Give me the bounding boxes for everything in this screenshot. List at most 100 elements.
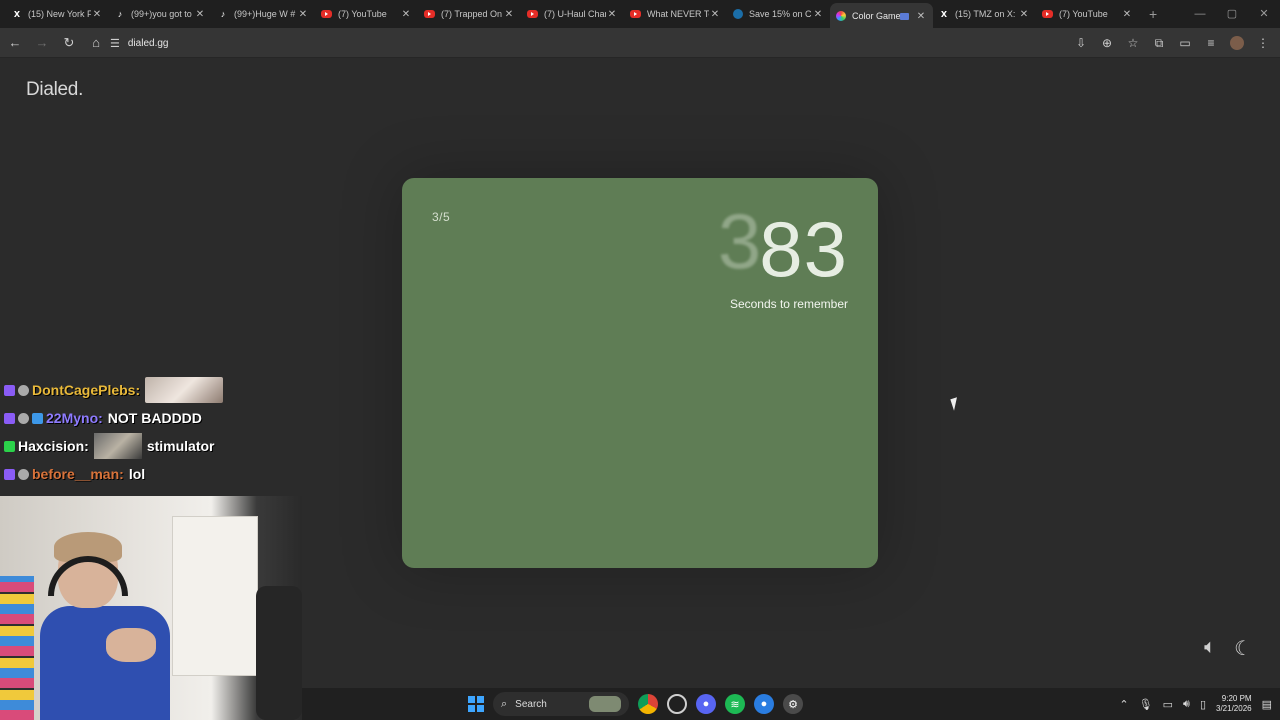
tab-8-active[interactable]: Color Game ✕ bbox=[830, 3, 933, 29]
close-tab-icon[interactable]: ✕ bbox=[503, 9, 515, 20]
tab-title: (7) Trapped On bbox=[441, 9, 503, 19]
system-tray: ⌃ 🎙︎ ▭ 🔊︎ ▯ 9:20 PM 3/21/2026 ▤ bbox=[1119, 688, 1272, 720]
youtube-icon bbox=[321, 10, 332, 18]
round-indicator: 3/5 bbox=[432, 210, 451, 224]
new-tab-icon[interactable]: + bbox=[1139, 6, 1157, 22]
tab-title: (99+)you got to bbox=[131, 9, 192, 19]
chat-username: before__man: bbox=[32, 466, 124, 482]
streamer-hands bbox=[106, 628, 156, 662]
extensions-icon[interactable]: ⧉ bbox=[1148, 32, 1170, 54]
tab-0[interactable]: X (15) New York F ✕ bbox=[6, 3, 109, 25]
tab-title: (99+)Huge W # bbox=[234, 9, 296, 19]
battery-icon[interactable]: ▯ bbox=[1200, 698, 1206, 711]
close-tab-icon[interactable]: ✕ bbox=[709, 9, 721, 20]
tab-title: Save 15% on C bbox=[749, 9, 812, 19]
menu-icon[interactable]: ⋮ bbox=[1252, 32, 1274, 54]
windows-start-icon[interactable] bbox=[468, 696, 484, 712]
media-playing-icon[interactable] bbox=[900, 12, 909, 20]
close-tab-icon[interactable]: ✕ bbox=[1121, 9, 1133, 20]
discord-icon[interactable]: ● bbox=[696, 694, 716, 714]
install-app-icon[interactable]: ⇩ bbox=[1070, 32, 1092, 54]
close-tab-icon[interactable]: ✕ bbox=[91, 9, 103, 20]
volume-icon[interactable]: 🔊︎ bbox=[1183, 698, 1190, 711]
zoom-icon[interactable]: ⊕ bbox=[1096, 32, 1118, 54]
color-card: 3/5 3 83 Seconds to remember bbox=[402, 178, 878, 568]
search-label: Search bbox=[515, 698, 547, 710]
brand-logo[interactable]: Dialed. bbox=[26, 79, 83, 101]
stream-chat-overlay: DontCagePlebs: 22Myno: NOT BADDDD Haxcis… bbox=[4, 376, 224, 488]
tab-1[interactable]: ♪ (99+)you got to ✕ bbox=[109, 3, 212, 25]
url-text[interactable]: dialed.gg bbox=[128, 38, 169, 49]
timer-digits: 83 bbox=[759, 205, 848, 293]
tab-9[interactable]: X (15) TMZ on X: ✕ bbox=[933, 3, 1036, 25]
steam-icon bbox=[733, 9, 743, 19]
back-icon[interactable]: ← bbox=[3, 31, 27, 55]
clock[interactable]: 9:20 PM 3/21/2026 bbox=[1216, 694, 1252, 714]
streamer-shirt bbox=[40, 606, 170, 720]
timer-caption: Seconds to remember bbox=[729, 297, 848, 311]
close-tab-icon[interactable]: ✕ bbox=[812, 9, 824, 20]
chrome-icon[interactable] bbox=[638, 694, 658, 714]
x-icon: X bbox=[13, 9, 21, 19]
tab-7[interactable]: Save 15% on C ✕ bbox=[727, 3, 830, 25]
site-info-icon[interactable]: ☰ bbox=[110, 37, 120, 50]
app-icon[interactable]: ● bbox=[754, 694, 774, 714]
image-emote bbox=[145, 377, 224, 403]
tab-5[interactable]: (7) U-Haul Char ✕ bbox=[521, 3, 624, 25]
chat-text: NOT BADDDD bbox=[107, 410, 202, 426]
maximize-icon[interactable]: ▢ bbox=[1216, 0, 1248, 28]
image-emote bbox=[93, 433, 142, 459]
crown-badge-icon bbox=[32, 412, 43, 424]
webcam-overlay bbox=[0, 496, 302, 720]
sound-icon[interactable]: 🔈︎ bbox=[1204, 636, 1216, 661]
media-control-icon[interactable]: ≡ bbox=[1200, 32, 1222, 54]
forward-icon[interactable]: → bbox=[30, 31, 54, 55]
obs-icon[interactable] bbox=[667, 694, 687, 714]
browser-toolbar: ← → ↻ ⌂ ☰ dialed.gg ⇩ ⊕ ☆ ⧉ ▭ ≡ ⋮ bbox=[0, 28, 1280, 58]
close-tab-icon[interactable]: ✕ bbox=[915, 11, 927, 22]
moon-icon[interactable]: ☾ bbox=[1234, 636, 1252, 661]
network-icon[interactable]: ▭ bbox=[1163, 698, 1173, 711]
chat-username: Haxcision: bbox=[18, 438, 89, 454]
cookie-badge-icon bbox=[18, 412, 29, 424]
sub-badge-icon bbox=[4, 468, 15, 480]
notification-icon[interactable]: ▤ bbox=[1262, 698, 1272, 711]
profile-avatar[interactable] bbox=[1230, 36, 1244, 50]
webcam-door bbox=[172, 516, 258, 676]
page-settings: 🔈︎ ☾ bbox=[1204, 636, 1252, 661]
cast-icon[interactable]: ▭ bbox=[1174, 32, 1196, 54]
chevron-up-icon[interactable]: ⌃ bbox=[1119, 698, 1128, 711]
settings-gear-icon[interactable]: ⚙ bbox=[783, 694, 803, 714]
tab-title: (7) U-Haul Char bbox=[544, 9, 606, 19]
clock-date: 3/21/2026 bbox=[1216, 704, 1252, 713]
search-highlight-image bbox=[589, 696, 621, 712]
taskbar-search[interactable]: ⌕ Search bbox=[493, 692, 629, 716]
tab-6[interactable]: What NEVER To ✕ bbox=[624, 3, 727, 25]
microphone-icon[interactable]: 🎙︎ bbox=[1139, 698, 1153, 711]
close-tab-icon[interactable]: ✕ bbox=[400, 9, 412, 20]
spotify-icon[interactable]: ≋ bbox=[725, 694, 745, 714]
close-tab-icon[interactable]: ✕ bbox=[1018, 9, 1030, 20]
tab-4[interactable]: (7) Trapped On ✕ bbox=[418, 3, 521, 25]
color-game-icon bbox=[836, 11, 846, 21]
sub-badge-icon bbox=[4, 412, 15, 424]
reload-icon[interactable]: ↻ bbox=[57, 31, 81, 55]
close-tab-icon[interactable]: ✕ bbox=[297, 9, 309, 20]
tab-2[interactable]: ♪ (99+)Huge W # ✕ bbox=[212, 3, 315, 25]
chat-text: lol bbox=[128, 466, 146, 482]
close-tab-icon[interactable]: ✕ bbox=[606, 9, 618, 20]
tab-10[interactable]: (7) YouTube ✕ bbox=[1036, 3, 1139, 25]
streamer bbox=[40, 532, 170, 720]
bookmark-star-icon[interactable]: ☆ bbox=[1122, 32, 1144, 54]
chat-message: Haxcision: stimulator bbox=[4, 432, 223, 460]
muted-badge-icon bbox=[18, 468, 29, 480]
minimize-icon[interactable]: — bbox=[1184, 0, 1216, 28]
close-tab-icon[interactable]: ✕ bbox=[194, 9, 206, 20]
close-window-icon[interactable]: ✕ bbox=[1248, 0, 1280, 28]
tiktok-icon: ♪ bbox=[220, 9, 226, 19]
timer-ghost-digit: 3 bbox=[717, 197, 762, 285]
tab-strip: X (15) New York F ✕ ♪ (99+)you got to ✕ … bbox=[0, 0, 1280, 29]
tab-3[interactable]: (7) YouTube ✕ bbox=[315, 3, 418, 25]
webcam-shelf bbox=[0, 576, 34, 720]
chat-message: before__man: lol bbox=[4, 460, 223, 488]
